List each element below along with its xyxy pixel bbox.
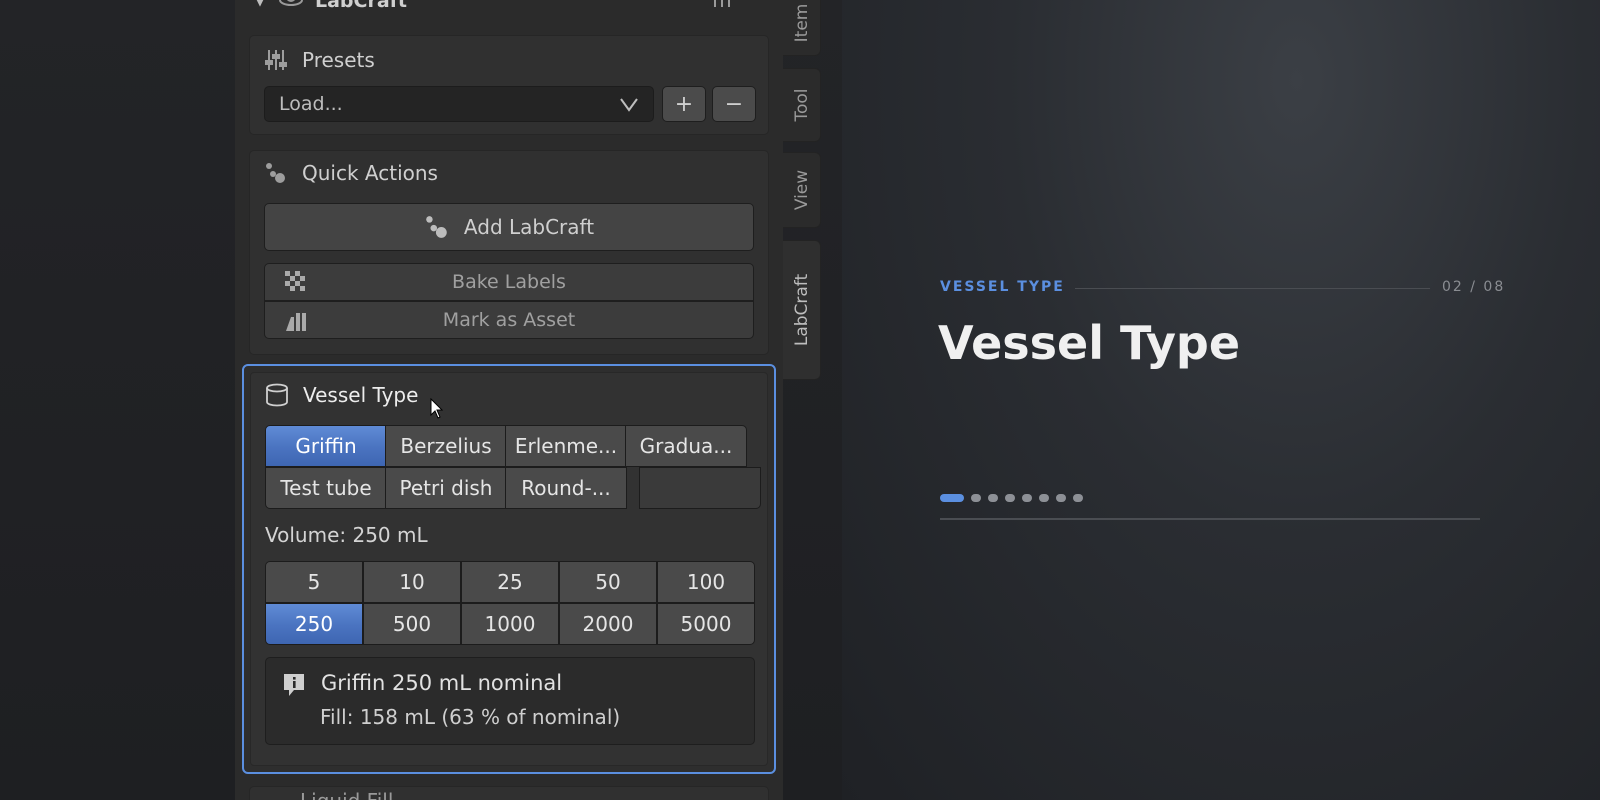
chevron-down-icon [619, 95, 639, 118]
tab-tool[interactable]: Tool [783, 68, 821, 142]
pagination-dot[interactable] [971, 494, 981, 502]
volume-option[interactable]: 25 [461, 561, 559, 603]
panel-header[interactable]: ▼ LabCraft [235, 0, 783, 16]
presets-title: Presets [302, 48, 375, 72]
cylinder-icon [265, 383, 289, 407]
presets-section: Presets Load... + − [249, 35, 769, 135]
add-labcraft-label: Add LabCraft [463, 215, 595, 239]
sidebar-tabs: Item Tool View LabCraft [783, 0, 825, 800]
asset-icon [285, 309, 309, 338]
collapse-chevron-icon[interactable]: ▼ [255, 0, 265, 9]
mark-as-asset-button[interactable]: Mark as Asset [264, 301, 754, 339]
info-icon [282, 672, 306, 702]
slide-progress-track [940, 518, 1480, 520]
mouse-cursor-icon [430, 397, 444, 424]
vessel-type-option[interactable]: Griffin [265, 425, 387, 467]
pagination-dot[interactable] [1056, 494, 1066, 502]
quick-actions-section: Quick Actions Add LabCraft Bake Labels M… [249, 150, 769, 355]
volume-option[interactable]: 250 [265, 603, 363, 645]
tab-tool-label: Tool [791, 88, 812, 122]
info-fill-text: Fill: 158 mL (63 % of nominal) [320, 705, 621, 729]
pagination-dot[interactable] [1022, 494, 1032, 502]
quick-actions-title: Quick Actions [302, 161, 438, 185]
tab-labcraft-label: LabCraft [791, 273, 812, 347]
volume-option[interactable]: 5 [265, 561, 363, 603]
slide-divider [1075, 288, 1430, 289]
liquid-fill-title: Liquid Fill [300, 789, 393, 800]
minus-icon: − [724, 91, 744, 117]
vessel-type-option[interactable]: Petri dish [385, 467, 507, 509]
bake-labels-label: Bake Labels [452, 271, 566, 293]
pagination-dot[interactable] [1073, 494, 1083, 502]
vessel-info-box: Griffin 250 mL nominal Fill: 158 mL (63 … [265, 657, 755, 745]
quick-actions-header[interactable]: Quick Actions [264, 161, 438, 185]
liquid-fill-section[interactable]: Liquid Fill [249, 786, 769, 800]
sliders-icon [264, 48, 288, 72]
volume-label: Volume: 250 mL [265, 523, 428, 547]
mark-as-asset-label: Mark as Asset [442, 309, 576, 331]
pagination-dot[interactable] [1039, 494, 1049, 502]
pagination-dot-active[interactable] [940, 494, 964, 502]
pagination-dot[interactable] [988, 494, 998, 502]
panel-settings-icon[interactable] [711, 0, 733, 11]
volume-option[interactable]: 100 [657, 561, 755, 603]
slide-pagination [940, 494, 1090, 502]
tab-view-label: View [791, 169, 812, 211]
presets-select-value: Load... [279, 93, 343, 115]
slide-counter: 02 / 08 [1442, 279, 1506, 295]
slide-eyebrow: VESSEL TYPE [940, 279, 1065, 295]
remove-preset-button[interactable]: − [712, 86, 756, 122]
presets-select[interactable]: Load... [264, 86, 654, 122]
tab-item-label: Item [791, 3, 812, 43]
checker-icon [285, 271, 307, 298]
tab-item[interactable]: Item [783, 0, 821, 56]
plus-icon: + [674, 91, 694, 117]
vessel-type-title: Vessel Type [303, 383, 419, 407]
volume-option[interactable]: 50 [559, 561, 657, 603]
volume-option[interactable]: 10 [363, 561, 461, 603]
vessel-type-option[interactable]: Round-... [505, 467, 627, 509]
presets-header[interactable]: Presets [264, 48, 375, 72]
panel-title: LabCraft [315, 0, 408, 12]
vessel-type-option[interactable]: Gradua... [625, 425, 747, 467]
vessel-type-header[interactable]: Vessel Type [265, 383, 418, 407]
pagination-dot[interactable] [1005, 494, 1015, 502]
vessel-type-option[interactable]: Test tube [265, 467, 387, 509]
add-preset-button[interactable]: + [662, 86, 706, 122]
vessel-type-inner: Vessel Type Griffin Berzelius Erlenme... Gr… [250, 372, 768, 766]
volume-option[interactable]: 1000 [461, 603, 559, 645]
add-labcraft-button[interactable]: Add LabCraft [264, 203, 754, 251]
volume-option[interactable]: 500 [363, 603, 461, 645]
bake-labels-button[interactable]: Bake Labels [264, 263, 754, 301]
vessel-type-empty-cell [639, 467, 761, 509]
tab-view[interactable]: View [783, 152, 821, 228]
volume-option[interactable]: 2000 [559, 603, 657, 645]
slide-background [842, 0, 1600, 800]
volume-option[interactable]: 5000 [657, 603, 755, 645]
vessel-type-option[interactable]: Erlenme... [505, 425, 627, 467]
dots-icon [424, 214, 450, 240]
addon-logo-icon [279, 0, 303, 13]
vessel-type-option[interactable]: Berzelius [385, 425, 507, 467]
slide-title: Vessel Type [938, 316, 1241, 370]
dots-icon [264, 161, 288, 185]
vessel-type-section: Vessel Type Griffin Berzelius Erlenme... Gr… [242, 364, 776, 774]
info-nominal-text: Griffin 250 mL nominal [321, 671, 563, 695]
tab-labcraft[interactable]: LabCraft [783, 240, 821, 380]
